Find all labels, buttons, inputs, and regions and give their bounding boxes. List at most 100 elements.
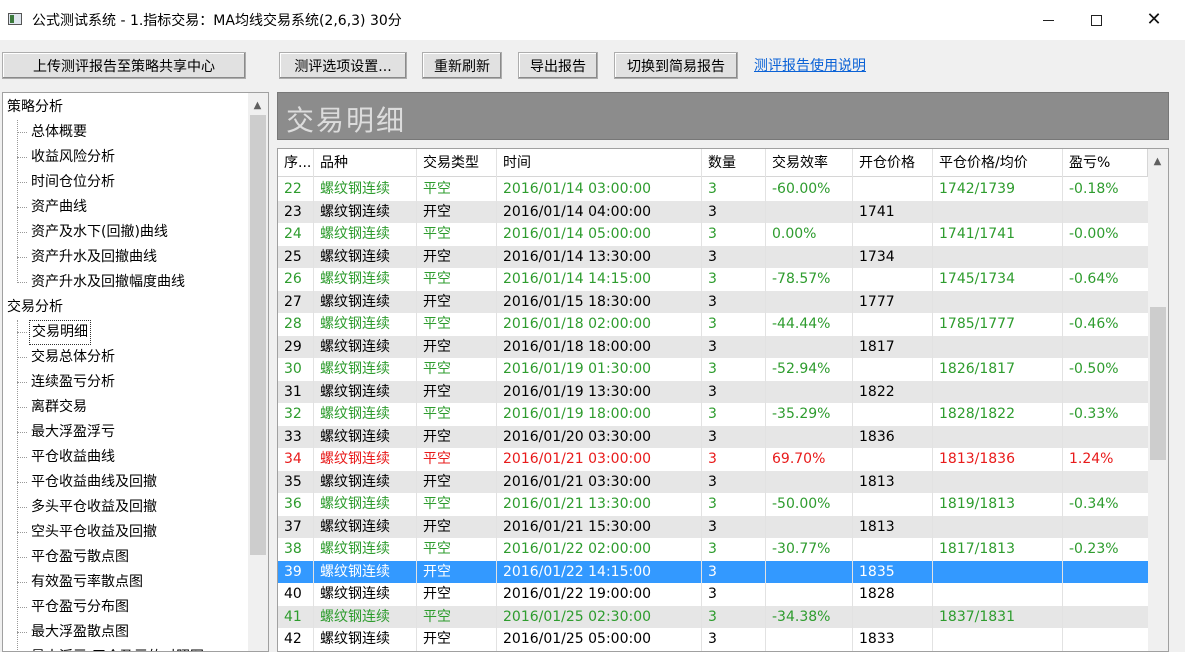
table-cell-pnl [1063,246,1148,269]
table-row[interactable]: 28 螺纹钢连续 平空 2016/01/18 02:00:00 3 -44.44% 1785… [278,313,1148,336]
table-cell-pnl [1063,201,1148,224]
table-cell-type: 平空 [423,608,451,625]
tree-group[interactable]: 交易分析 [7,295,63,320]
table-row[interactable]: 41 螺纹钢连续 平空 2016/01/25 02:30:00 3 -34.38% 1837… [278,605,1148,628]
table-cell-eff [766,583,853,606]
tree-item[interactable]: 最大浮盈浮亏 [29,420,117,445]
tree-item[interactable]: 连续盈亏分析 [29,370,117,395]
table-cell-type: 开空 [423,203,451,220]
column-header[interactable]: 序... [278,149,314,177]
tree-item[interactable]: 收益风险分析 [29,145,117,170]
minimize-button[interactable] [1025,0,1071,40]
column-header[interactable]: 数量 [702,149,766,177]
table-scrollbar[interactable]: ▲ [1148,149,1168,651]
tree-item[interactable]: 空头平仓收益及回撤 [29,520,159,545]
table-row[interactable]: 36 螺纹钢连续 平空 2016/01/21 13:30:00 3 -50.00% 1819… [278,493,1148,516]
scroll-thumb[interactable] [1150,307,1166,460]
table-cell-no: 27 [284,293,302,310]
table-row[interactable]: 34 螺纹钢连续 平空 2016/01/21 03:00:00 3 69.70% 1813/… [278,448,1148,471]
settings-button[interactable]: 测评选项设置... [279,52,407,79]
tree-scrollbar[interactable]: ▲ [248,93,268,651]
table-row[interactable]: 37 螺纹钢连续 开空 2016/01/21 15:30:00 3 1813 [278,515,1148,538]
tree-group[interactable]: 策略分析 [7,95,63,120]
table-cell-type: 平空 [423,496,451,512]
table-cell-no: 23 [284,203,302,220]
refresh-button[interactable]: 重新刷新 [422,52,502,79]
scroll-up-icon[interactable]: ▲ [1149,153,1166,170]
close-button[interactable]: ✕ [1131,0,1177,40]
tree-item[interactable]: 平仓盈亏分布图 [29,595,131,620]
table-row[interactable]: 40 螺纹钢连续 开空 2016/01/22 19:00:00 3 1828 [278,583,1148,606]
table-row[interactable]: 30 螺纹钢连续 平空 2016/01/19 01:30:00 3 -52.94% 1826… [278,358,1148,381]
table-cell-pnl [1063,583,1148,606]
tree-item[interactable]: 最大浮盈散点图 [29,620,131,645]
table-cell-type: 平空 [423,181,451,197]
table-cell-qty: 3 [708,496,717,512]
table-row[interactable]: 39 螺纹钢连续 开空 2016/01/22 14:15:00 3 1835 [278,560,1148,583]
tree-item[interactable]: 交易明细 [29,320,91,345]
table-row[interactable]: 29 螺纹钢连续 开空 2016/01/18 18:00:00 3 1817 [278,335,1148,358]
tree-item[interactable]: 平仓盈亏散点图 [29,545,131,570]
column-header[interactable]: 开仓价格 [853,149,933,177]
table-row[interactable]: 23 螺纹钢连续 开空 2016/01/14 04:00:00 3 1741 [278,200,1148,224]
table-row[interactable]: 26 螺纹钢连续 平空 2016/01/14 14:15:00 3 -78.57% 1745… [278,268,1148,291]
table-row[interactable]: 24 螺纹钢连续 平空 2016/01/14 05:00:00 3 0.00% 1741/1… [278,223,1148,246]
tree-item[interactable]: 总体概要 [29,120,89,145]
tree-item[interactable]: 资产升水及回撤曲线 [29,245,159,270]
table-cell-open [853,223,933,246]
table-row[interactable]: 27 螺纹钢连续 开空 2016/01/15 18:30:00 3 1777 [278,290,1148,314]
table-row[interactable]: 33 螺纹钢连续 开空 2016/01/20 03:30:00 3 1836 [278,425,1148,449]
table-cell-open [853,448,933,471]
table-cell-close [933,201,1063,224]
table-cell-qty: 3 [708,631,717,647]
column-header[interactable]: 平仓价格/均价 [933,149,1063,177]
tree-item[interactable]: 最大浮亏-平仓盈亏的对照图 [29,645,206,651]
table-row[interactable]: 35 螺纹钢连续 开空 2016/01/21 03:30:00 3 1813 [278,470,1148,493]
column-divider [932,149,933,651]
maximize-button[interactable] [1073,0,1119,40]
table-cell-no: 35 [284,473,302,490]
upload-report-button[interactable]: 上传测评报告至策略共享中心 [2,52,246,79]
tree-item[interactable]: 资产升水及回撤幅度曲线 [29,270,187,295]
tree-item[interactable]: 多头平仓收益及回撤 [29,495,159,520]
table-cell-pnl: 1.24% [1069,451,1114,467]
column-header[interactable]: 交易效率 [766,149,853,177]
title-bar[interactable]: 公式测试系统 - 1.指标交易：MA均线交易系统(2,6,3) 30分 ✕ [0,0,1185,40]
tree-connector [17,582,27,583]
table-cell-close: 1819/1813 [939,496,1015,512]
tree-item[interactable]: 交易总体分析 [29,345,117,370]
tree-item[interactable]: 平仓收益曲线及回撤 [29,470,159,495]
table-cell-symbol: 螺纹钢连续 [320,586,390,602]
table-cell-open [853,268,933,291]
table-cell-no: 34 [284,451,302,467]
column-header[interactable]: 时间 [497,149,702,177]
table-row[interactable]: 25 螺纹钢连续 开空 2016/01/14 13:30:00 3 1734 [278,245,1148,269]
help-link[interactable]: 测评报告使用说明 [754,55,866,75]
tree-item[interactable]: 离群交易 [29,395,89,420]
table-cell-no: 22 [284,181,302,197]
table-cell-eff [766,291,853,314]
table-row[interactable]: 32 螺纹钢连续 平空 2016/01/19 18:00:00 3 -35.29% 1828… [278,403,1148,426]
table-row[interactable]: 42 螺纹钢连续 开空 2016/01/25 05:00:00 3 1833 [278,628,1148,651]
scroll-thumb[interactable] [250,115,266,555]
column-header[interactable]: 交易类型 [417,149,497,177]
tree-item[interactable]: 资产曲线 [29,195,89,220]
tree-item[interactable]: 时间仓位分析 [29,170,117,195]
section-title: 交易明细 [286,104,407,137]
tree-connector [17,482,27,483]
tree-item[interactable]: 平仓收益曲线 [29,445,117,470]
column-header[interactable]: 品种 [314,149,417,177]
table-row[interactable]: 22 螺纹钢连续 平空 2016/01/14 03:00:00 3 -60.00% 1742… [278,178,1148,201]
table-cell-pnl [1063,426,1148,449]
scroll-up-icon[interactable]: ▲ [249,97,266,114]
table-row[interactable]: 38 螺纹钢连续 平空 2016/01/22 02:00:00 3 -30.77% 1817… [278,538,1148,561]
tree-item[interactable]: 有效盈亏率散点图 [29,570,145,595]
switch-report-button[interactable]: 切换到简易报告 [614,52,738,79]
table-cell-symbol: 螺纹钢连续 [320,473,390,490]
export-button[interactable]: 导出报告 [518,52,598,79]
table-cell-symbol: 螺纹钢连续 [320,338,390,355]
tree-item[interactable]: 资产及水下(回撤)曲线 [29,220,170,245]
table-cell-time: 2016/01/20 03:30:00 [503,428,652,445]
column-header[interactable]: 盈亏% [1063,149,1148,177]
table-row[interactable]: 31 螺纹钢连续 开空 2016/01/19 13:30:00 3 1822 [278,380,1148,403]
